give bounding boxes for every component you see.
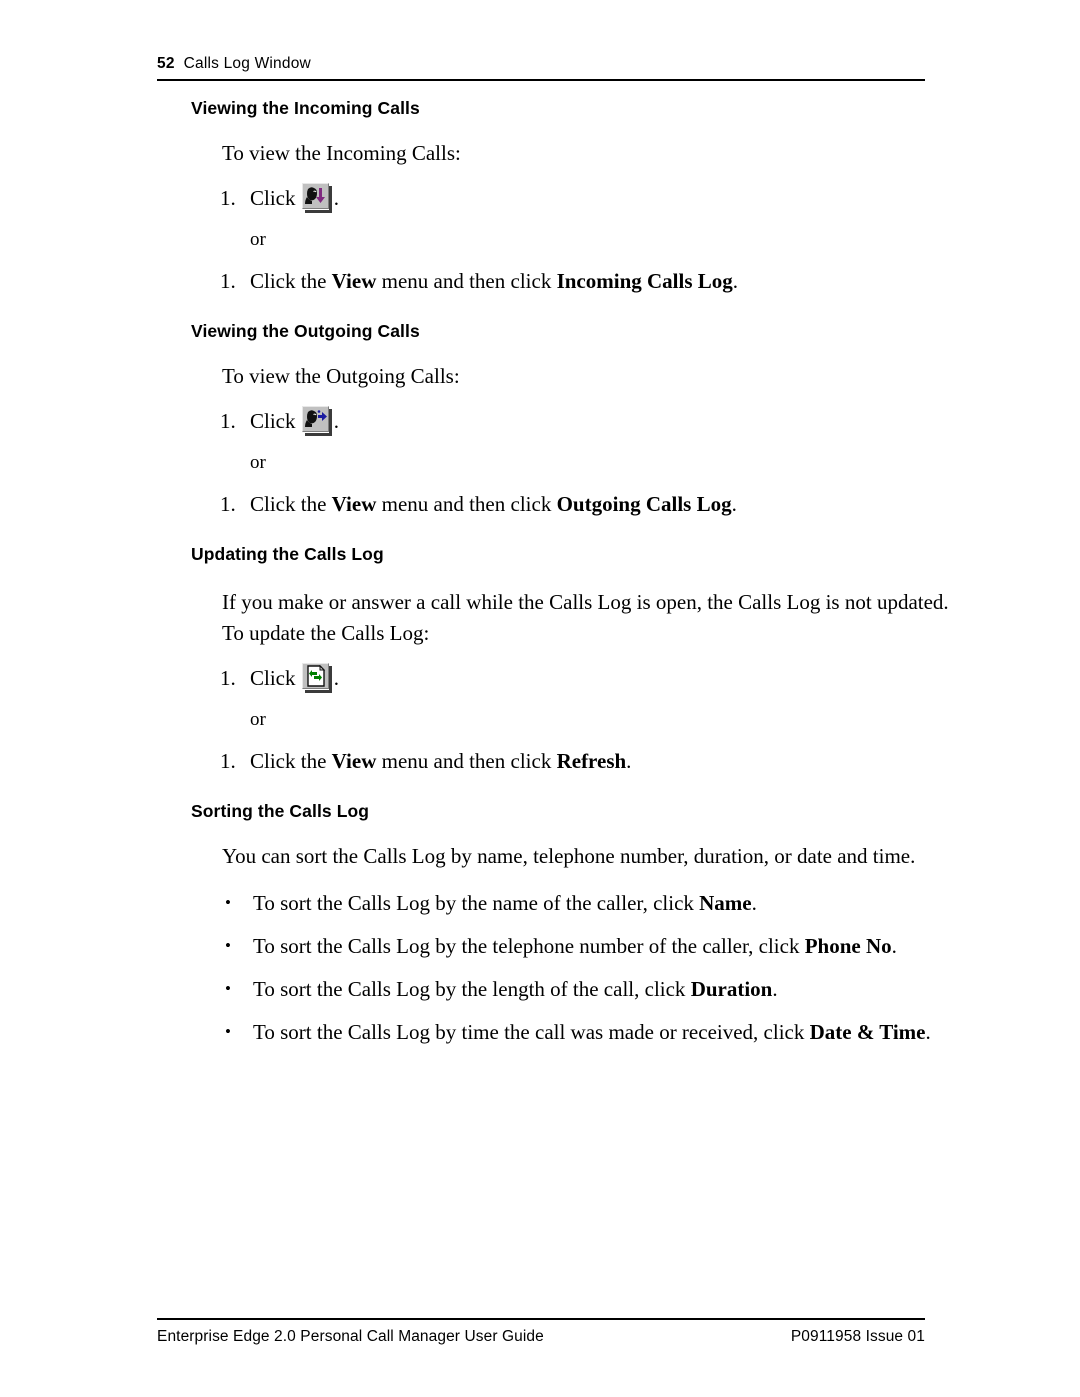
menu-name-view: View (331, 749, 377, 773)
step-click-outgoing-icon: 1. Click . (220, 406, 960, 437)
bullet-text: To sort the Calls Log by the telephone n… (253, 934, 805, 958)
heading-sorting-calls-log: Sorting the Calls Log (191, 801, 370, 821)
menu-item-outgoing-calls-log: Outgoing Calls Log (556, 492, 732, 516)
refresh-glyph (307, 665, 325, 687)
header-chapter-title: Calls Log Window (183, 55, 311, 72)
alt-step-middle: menu and then click (376, 492, 557, 516)
intro-viewing-outgoing-calls: To view the Outgoing Calls: (222, 364, 460, 388)
alt-step-outgoing-menu: 1. Click the View menu and then click Out… (220, 489, 960, 520)
sort-column-phone-no: Phone No (804, 934, 892, 958)
bullet-sort-by-duration: • To sort the Calls Log by the length of … (225, 974, 970, 1005)
heading-updating-calls-log: Updating the Calls Log (191, 544, 384, 564)
intro-sorting-calls-log: You can sort the Calls Log by name, tele… (222, 844, 916, 868)
icon-shadow-right (328, 666, 332, 693)
bullet-sort-by-name: • To sort the Calls Log by the name of th… (225, 888, 970, 919)
alt-step-prefix: Click the (250, 269, 332, 293)
step-number: 1. (220, 666, 236, 690)
footer-row: Enterprise Edge 2.0 Personal Call Manage… (157, 1328, 925, 1346)
alt-step-middle: menu and then click (376, 269, 557, 293)
icon-shadow-bottom (304, 690, 332, 693)
bullet-glyph: • (225, 936, 231, 955)
menu-name-view: View (331, 492, 377, 516)
bullet-suffix: . (751, 891, 757, 915)
or-label-updating: or (250, 709, 266, 730)
header-page-number: 52 (157, 55, 175, 72)
or-label-outgoing: or (250, 452, 266, 473)
bullet-text: To sort the Calls Log by the length of t… (253, 977, 691, 1001)
alt-step-number: 1. (220, 269, 236, 293)
bullet-sort-by-phone-no: • To sort the Calls Log by the telephone … (225, 931, 970, 962)
document-page: 52 Calls Log Window Viewing the Incoming … (0, 0, 1080, 1397)
sort-column-date-time: Date & Time (809, 1020, 926, 1044)
alt-step-refresh-menu: 1. Click the View menu and then click Ref… (220, 746, 960, 777)
step-click-refresh-icon: 1. Click . (220, 663, 960, 694)
step-click-label: Click (250, 409, 296, 433)
step-number: 1. (220, 409, 236, 433)
alt-step-middle: menu and then click (376, 749, 557, 773)
icon-shadow-right (328, 186, 332, 213)
or-label-incoming: or (250, 229, 266, 250)
alt-step-suffix: . (731, 492, 737, 516)
header-divider (157, 79, 925, 81)
page-footer: Enterprise Edge 2.0 Personal Call Manage… (157, 1318, 925, 1346)
footer-divider (157, 1318, 925, 1320)
bullet-sort-by-date-time: • To sort the Calls Log by time the call … (225, 1017, 970, 1048)
alt-step-number: 1. (220, 749, 236, 773)
footer-document-number: P0911958 Issue 01 (790, 1328, 925, 1345)
step-trailing-period: . (333, 666, 339, 690)
step-click-incoming-icon: 1. Click . (220, 183, 960, 214)
sort-column-name: Name (699, 891, 752, 915)
heading-viewing-incoming-calls: Viewing the Incoming Calls (191, 98, 420, 118)
alt-step-prefix: Click the (250, 749, 332, 773)
alt-step-prefix: Click the (250, 492, 332, 516)
step-trailing-period: . (333, 409, 339, 433)
bullet-suffix: . (925, 1020, 931, 1044)
alt-step-suffix: . (732, 269, 739, 293)
outgoing-calls-log-icon[interactable] (301, 406, 333, 436)
refresh-icon[interactable] (301, 663, 333, 693)
page-header: 52 Calls Log Window (157, 55, 925, 81)
bullet-text: To sort the Calls Log by the name of the… (253, 891, 700, 915)
bullet-text: To sort the Calls Log by time the call w… (253, 1020, 810, 1044)
alt-step-number: 1. (220, 492, 236, 516)
intro-viewing-incoming-calls: To view the Incoming Calls: (222, 141, 461, 165)
step-trailing-period: . (333, 186, 339, 210)
header-text: 52 Calls Log Window (157, 55, 925, 73)
page-content: Viewing the Incoming Calls To view the I… (0, 98, 1080, 1048)
icon-shadow-bottom (304, 210, 332, 213)
alt-step-suffix: . (626, 749, 632, 773)
bullet-glyph: • (225, 893, 231, 912)
bullet-suffix: . (891, 934, 897, 958)
bullet-glyph: • (225, 979, 231, 998)
menu-item-incoming-calls-log: Incoming Calls Log (556, 269, 733, 293)
footer-guide-title: Enterprise Edge 2.0 Personal Call Manage… (157, 1328, 544, 1345)
outgoing-calls-glyph (304, 410, 327, 427)
bullet-suffix: . (772, 977, 778, 1001)
icon-shadow-right (328, 409, 332, 436)
alt-step-incoming-menu: 1. Click the View menu and then click Inc… (220, 266, 960, 297)
incoming-calls-log-icon[interactable] (301, 183, 333, 213)
step-click-label: Click (250, 666, 296, 690)
sort-column-duration: Duration (690, 977, 773, 1001)
intro-updating-calls-log: If you make or answer a call while the C… (222, 590, 949, 645)
step-click-label: Click (250, 186, 296, 210)
incoming-calls-glyph (304, 187, 325, 204)
menu-item-refresh: Refresh (556, 749, 627, 773)
icon-shadow-bottom (304, 433, 332, 436)
menu-name-view: View (331, 269, 377, 293)
step-number: 1. (220, 186, 236, 210)
heading-viewing-outgoing-calls: Viewing the Outgoing Calls (191, 321, 420, 341)
bullet-glyph: • (225, 1022, 231, 1041)
